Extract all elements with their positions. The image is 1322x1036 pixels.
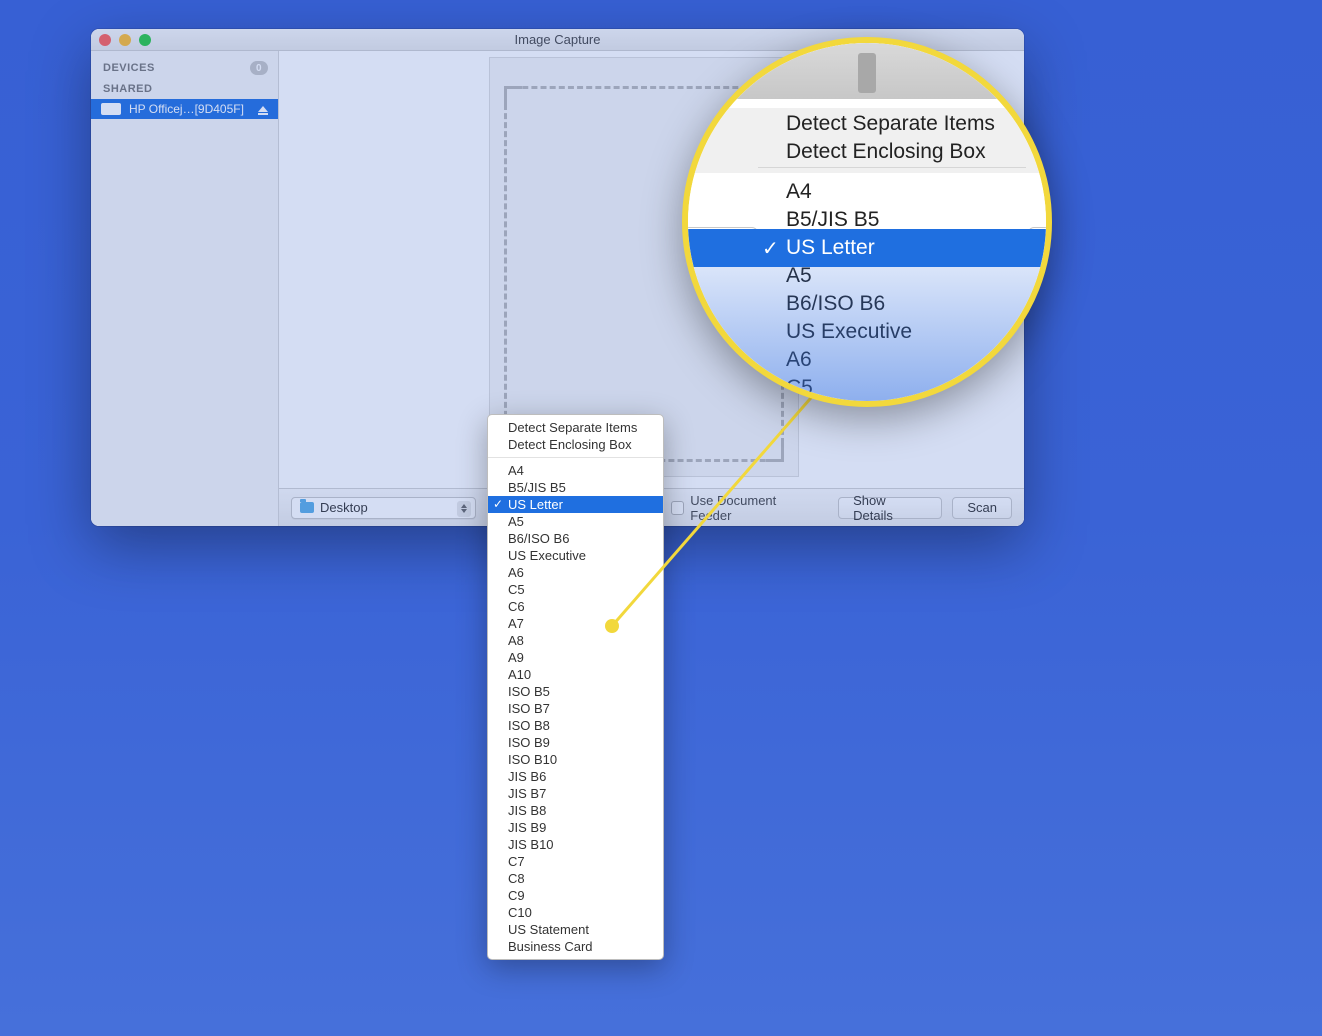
menu-item[interactable]: C6 (488, 598, 663, 615)
size-dropdown-menu[interactable]: Detect Separate ItemsDetect Enclosing Bo… (487, 414, 664, 960)
scanner-icon (101, 103, 121, 115)
destination-popup[interactable]: Desktop (291, 497, 476, 519)
menu-item[interactable]: Detect Enclosing Box (688, 133, 1046, 171)
magnifier-callout: Detect Separate Items Detect Enclosing B… (682, 37, 1052, 407)
menu-separator (758, 167, 1026, 168)
menu-item[interactable]: JIS B9 (488, 819, 663, 836)
menu-item[interactable]: A6 (488, 564, 663, 581)
crop-handle-tl[interactable] (504, 86, 522, 104)
menu-item[interactable]: ISO B9 (488, 734, 663, 751)
menu-item[interactable]: B5/JIS B5 (488, 479, 663, 496)
eject-icon[interactable] (258, 106, 268, 112)
show-details-button[interactable]: Show Details (838, 497, 942, 519)
menu-item[interactable]: A4 (488, 462, 663, 479)
menu-item[interactable]: JIS B8 (488, 802, 663, 819)
crop-handle-br[interactable] (766, 444, 784, 462)
magnifier-content: Detect Separate Items Detect Enclosing B… (688, 43, 1046, 401)
menu-item[interactable]: JIS B7 (488, 785, 663, 802)
menu-item[interactable]: A9 (488, 649, 663, 666)
magnifier-bg-top (688, 43, 1046, 99)
menu-item[interactable]: C10 (488, 904, 663, 921)
menu-separator (488, 457, 663, 458)
use-document-feeder-row[interactable]: Use Document Feeder (671, 493, 819, 523)
folder-icon (300, 502, 314, 513)
menu-item[interactable]: JIS B10 (488, 836, 663, 853)
menu-item[interactable]: A10 (488, 666, 663, 683)
menu-item[interactable]: ISO B8 (488, 717, 663, 734)
menu-item[interactable]: JIS B6 (488, 768, 663, 785)
menu-item[interactable]: A5 (488, 513, 663, 530)
scan-button[interactable]: Scan (952, 497, 1012, 519)
shared-label: SHARED (103, 83, 152, 95)
menu-item[interactable]: C7 (488, 853, 663, 870)
menu-item[interactable]: US Statement (488, 921, 663, 938)
menu-item[interactable]: C5 (488, 581, 663, 598)
sidebar-section-shared: SHARED (91, 79, 278, 99)
magnifier-slot (858, 53, 876, 93)
sidebar-section-devices: DEVICES 0 (91, 57, 278, 79)
menu-item[interactable]: Detect Separate Items (488, 419, 663, 436)
menu-item[interactable]: Business Card (488, 938, 663, 955)
devices-count-badge: 0 (250, 61, 268, 75)
menu-item[interactable]: ISO B10 (488, 751, 663, 768)
menu-item[interactable]: ISO B5 (488, 683, 663, 700)
menu-item[interactable]: B6/ISO B6 (488, 530, 663, 547)
use-document-feeder-label: Use Document Feeder (690, 493, 818, 523)
menu-item[interactable]: C9 (488, 887, 663, 904)
menu-item[interactable]: A7 (488, 615, 663, 632)
device-row[interactable]: HP Officej…[9D405F] (91, 99, 278, 119)
menu-item[interactable]: Detect Enclosing Box (488, 436, 663, 453)
device-name: HP Officej…[9D405F] (129, 102, 244, 116)
menu-item[interactable]: A8 (488, 632, 663, 649)
popup-arrows-icon (457, 501, 471, 517)
destination-label: Desktop (320, 500, 368, 515)
sidebar: DEVICES 0 SHARED HP Officej…[9D405F] (91, 51, 279, 526)
menu-item[interactable]: C8 (488, 870, 663, 887)
menu-item-selected[interactable]: US Letter (488, 496, 663, 513)
menu-item[interactable]: US Executive (488, 547, 663, 564)
menu-item[interactable]: ISO B7 (488, 700, 663, 717)
devices-label: DEVICES (103, 62, 155, 74)
checkbox-icon[interactable] (671, 501, 685, 515)
